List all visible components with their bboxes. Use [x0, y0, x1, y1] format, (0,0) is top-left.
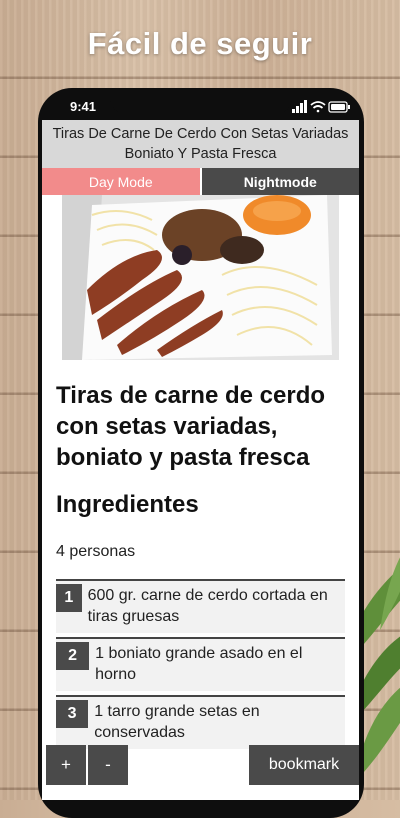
wifi-icon [310, 101, 326, 113]
promo-headline: Fácil de seguir [87, 26, 313, 61]
recipe-content: Tiras de carne de cerdo con setas variad… [42, 380, 359, 749]
ingredient-number: 3 [56, 700, 89, 728]
ingredient-item: 3 1 tarro grande setas en conservadas [56, 695, 345, 749]
ingredient-item: 2 1 boniato grande asado en el horno [56, 637, 345, 691]
ingredient-item: 1 600 gr. carne de cerdo cortada en tira… [56, 579, 345, 633]
zoom-in-button[interactable]: + [46, 745, 86, 785]
ingredients-heading: Ingredientes [56, 491, 199, 518]
recipe-title-bar: Tiras De Carne De Cerdo Con Setas Variad… [42, 120, 359, 168]
status-time: 9:41 [70, 99, 97, 114]
ingredient-text: 600 gr. carne de cerdo cortada en tiras … [87, 587, 328, 625]
servings-text: 4 personas [56, 543, 136, 560]
day-mode-button[interactable]: Day Mode [42, 168, 200, 195]
signal-icon [292, 100, 307, 113]
status-icons [292, 100, 350, 113]
ingredient-number: 1 [56, 584, 82, 612]
night-mode-button[interactable]: Nightmode [199, 168, 359, 195]
recipe-title: Tiras de carne de cerdo con setas variad… [56, 382, 326, 471]
ingredient-number: 2 [56, 642, 90, 670]
battery-icon [328, 101, 350, 113]
ingredient-text: 1 boniato grande asado en el horno [95, 645, 303, 683]
plus-icon: + [61, 755, 71, 774]
bottom-toolbar: + - bookmark [42, 745, 359, 787]
zoom-out-button[interactable]: - [88, 745, 128, 785]
phone-notch [110, 88, 292, 114]
mode-toggle: Day Mode Nightmode [42, 168, 359, 195]
bookmark-button[interactable]: bookmark [249, 745, 359, 785]
minus-icon: - [105, 755, 111, 774]
app-screen: Tiras De Carne De Cerdo Con Setas Variad… [42, 120, 359, 800]
recipe-photo [62, 195, 339, 360]
ingredients-list: 1 600 gr. carne de cerdo cortada en tira… [56, 579, 345, 749]
ingredient-text: 1 tarro grande setas en conservadas [94, 703, 260, 741]
